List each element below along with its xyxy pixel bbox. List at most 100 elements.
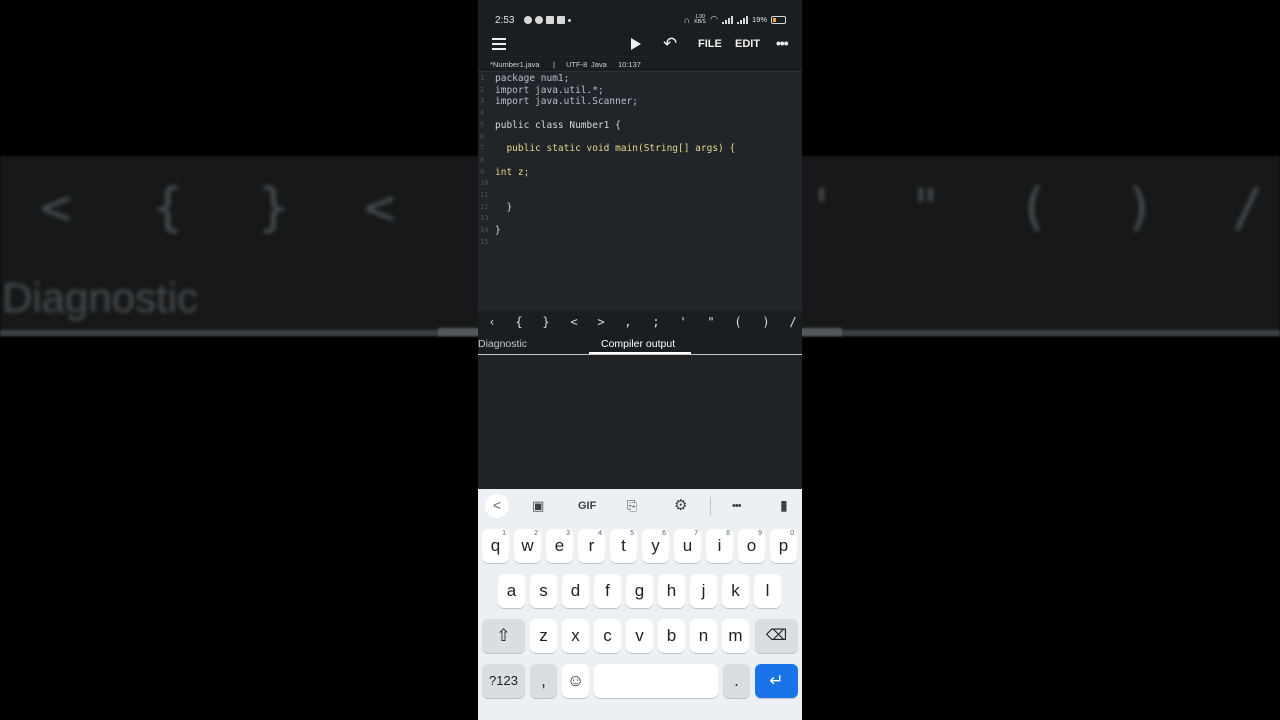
symbol-key[interactable]: ; (649, 315, 663, 329)
code-editor[interactable]: 1 package num1; 2 import java.util.*; 3 imp… (478, 73, 802, 310)
code-line: 15 (478, 237, 802, 249)
period-key[interactable]: . (723, 664, 750, 698)
code-line: 10 (478, 178, 802, 190)
key-w[interactable]: w2 (514, 529, 541, 563)
background-key: / (1232, 178, 1264, 238)
key-l[interactable]: l (754, 574, 781, 608)
key-p[interactable]: p0 (770, 529, 797, 563)
microphone-icon[interactable]: ▮ (780, 497, 788, 514)
key-a[interactable]: a (498, 574, 525, 608)
line-number: 5 (480, 120, 485, 129)
settings-gear-icon[interactable]: ⚙ (674, 496, 687, 514)
symbol-key[interactable]: , (621, 315, 635, 329)
key-x[interactable]: x (562, 619, 589, 653)
code-line: 9 int z; (478, 167, 802, 179)
background-key: " (910, 178, 942, 238)
space-bar[interactable] (594, 664, 718, 698)
enter-key-icon[interactable]: ↵ (755, 664, 798, 698)
key-hint: 5 (630, 530, 634, 537)
edit-menu-button[interactable]: EDIT (735, 38, 760, 50)
key-b[interactable]: b (658, 619, 685, 653)
key-j[interactable]: j (690, 574, 717, 608)
key-k[interactable]: k (722, 574, 749, 608)
key-r[interactable]: r4 (578, 529, 605, 563)
line-number: 8 (480, 155, 485, 164)
key-d[interactable]: d (562, 574, 589, 608)
tab-diagnostic[interactable]: Diagnostic (478, 338, 527, 350)
key-m[interactable]: m (722, 619, 749, 653)
hamburger-menu-icon[interactable] (492, 38, 506, 50)
battery-percent: 19% (751, 15, 767, 24)
code-text: } (495, 225, 501, 237)
key-label: y (651, 536, 660, 555)
key-label: i (717, 536, 722, 555)
symbol-key[interactable]: > (594, 315, 608, 329)
code-text: import java.util.Scanner; (495, 96, 638, 108)
line-number: 3 (480, 97, 485, 106)
more-options-icon[interactable]: ••• (732, 500, 742, 512)
background-key: { (152, 178, 184, 238)
key-o[interactable]: o9 (738, 529, 765, 563)
key-h[interactable]: h (658, 574, 685, 608)
key-u[interactable]: u7 (674, 529, 701, 563)
tiktok-icon (557, 16, 565, 24)
background-key: < (40, 178, 72, 238)
background-key: ( (1018, 178, 1050, 238)
comma-key[interactable]: , (530, 664, 557, 698)
sticker-icon[interactable]: ▣ (532, 498, 544, 514)
key-hint: 1 (502, 530, 506, 537)
code-text: int z; (495, 166, 530, 178)
headphones-icon: ∩ (683, 14, 691, 25)
code-line: 12 } (478, 202, 802, 214)
key-label: u (682, 536, 693, 555)
key-s[interactable]: s (530, 574, 557, 608)
key-c[interactable]: c (594, 619, 621, 653)
keyboard-collapse-icon[interactable]: < (485, 494, 509, 518)
symbol-key[interactable]: ( (731, 315, 745, 329)
pinterest-icon (535, 16, 543, 24)
file-menu-button[interactable]: FILE (698, 38, 722, 50)
emoji-key-icon[interactable]: ☺ (562, 664, 589, 698)
keyboard-toolbar: < ▣ GIF ⎘ ⚙ ••• ▮ (478, 489, 802, 523)
symbol-key[interactable]: { (512, 315, 526, 329)
symbol-key[interactable]: < (567, 315, 581, 329)
symbols-key[interactable]: ?123 (482, 664, 525, 698)
output-tabs: Diagnostic Compiler output (478, 335, 802, 355)
symbol-key-tab[interactable]: ‹ (485, 315, 499, 329)
background-diagnostic-label: Diagnostic (2, 274, 199, 321)
signal-icon (721, 15, 733, 24)
more-options-icon[interactable]: ••• (776, 35, 789, 51)
symbol-key[interactable]: " (704, 315, 718, 329)
code-text: import java.util.*; (495, 84, 604, 96)
key-i[interactable]: i8 (706, 529, 733, 563)
key-e[interactable]: e3 (546, 529, 573, 563)
key-z[interactable]: z (530, 619, 557, 653)
key-v[interactable]: v (626, 619, 653, 653)
status-right: ∩ 1.00 KB/S ◠ 19% (684, 14, 786, 25)
key-t[interactable]: t5 (610, 529, 637, 563)
symbol-key[interactable]: ) (759, 315, 773, 329)
line-number: 15 (480, 237, 489, 246)
symbol-key[interactable]: ' (676, 315, 690, 329)
background-key: ) (1124, 178, 1156, 238)
code-line: 4 (478, 108, 802, 120)
clipboard-icon[interactable]: ⎘ (627, 498, 637, 514)
key-label: o (746, 536, 757, 555)
key-f[interactable]: f (594, 574, 621, 608)
symbol-key[interactable]: / (786, 315, 800, 329)
key-hint: 0 (790, 530, 794, 537)
key-g[interactable]: g (626, 574, 653, 608)
symbol-key[interactable]: } (539, 315, 553, 329)
key-n[interactable]: n (690, 619, 717, 653)
tab-compiler-output[interactable]: Compiler output (601, 338, 675, 350)
cursor-position: 10:137 (618, 60, 641, 69)
key-y[interactable]: y6 (642, 529, 669, 563)
key-q[interactable]: q1 (482, 529, 509, 563)
gif-button[interactable]: GIF (578, 500, 596, 512)
shift-key-icon[interactable]: ⇧ (482, 619, 525, 653)
backspace-key-icon[interactable]: ⌫ (755, 619, 798, 653)
undo-icon[interactable]: ↶ (663, 35, 677, 52)
signal-icon-2 (736, 15, 748, 24)
run-icon[interactable] (631, 38, 641, 50)
file-name: *Number1.java (490, 60, 540, 69)
